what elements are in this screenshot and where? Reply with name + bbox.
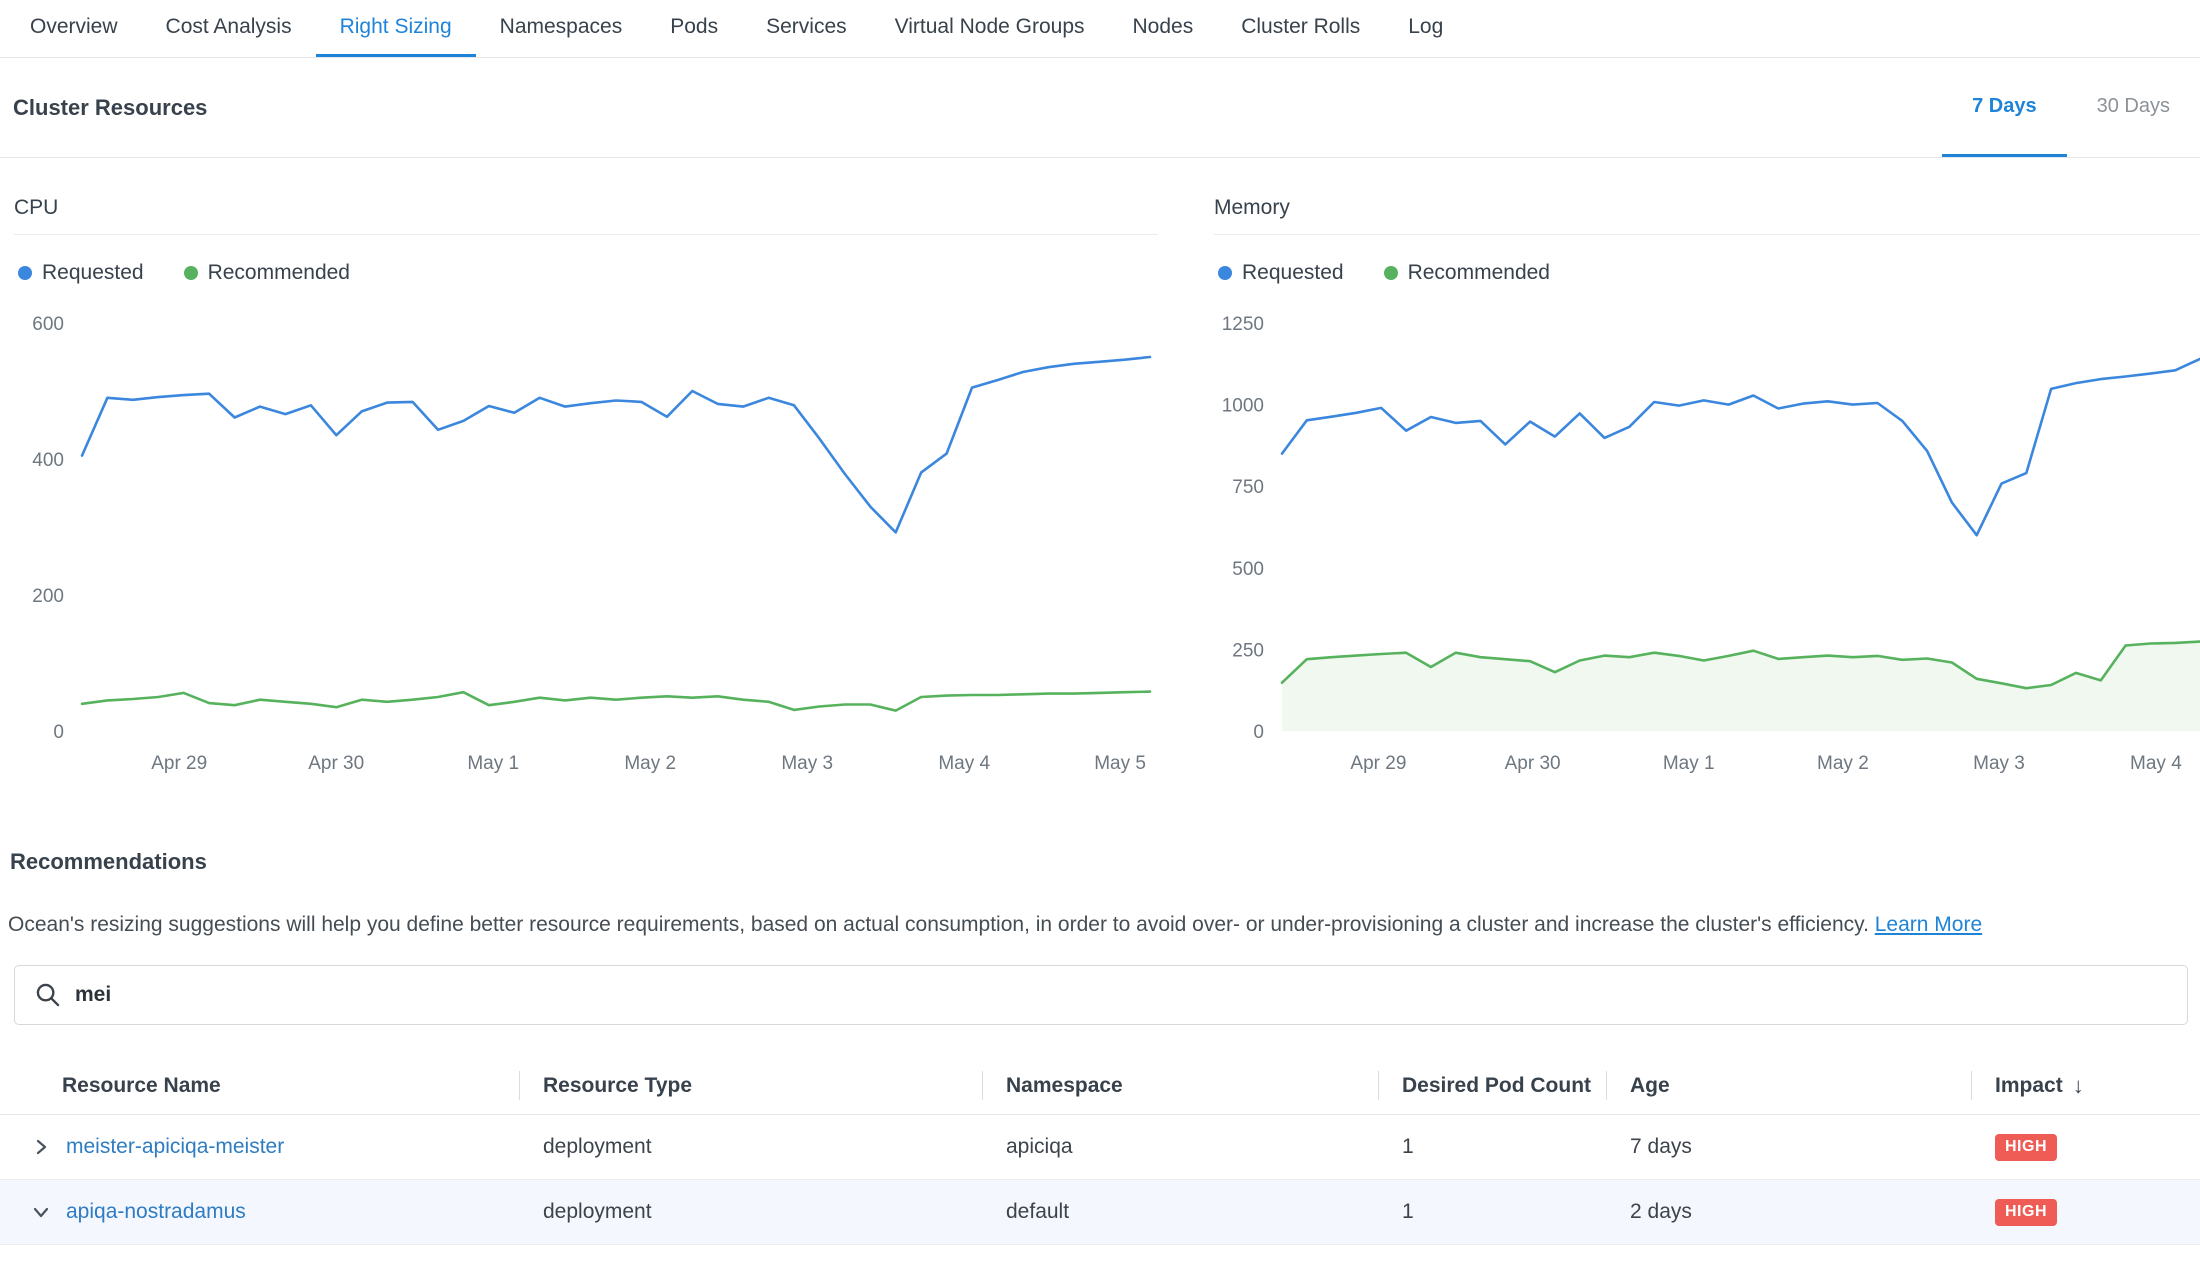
- cell-namespace: default: [982, 1200, 1378, 1224]
- tab-cost-analysis[interactable]: Cost Analysis: [142, 0, 316, 57]
- svg-text:0: 0: [1253, 722, 1264, 743]
- recommendations-title: Recommendations: [10, 849, 2200, 875]
- recommendations-description-text: Ocean's resizing suggestions will help y…: [8, 913, 1869, 936]
- cluster-resources-title: Cluster Resources: [13, 95, 207, 121]
- tab-virtual-node-groups[interactable]: Virtual Node Groups: [871, 0, 1109, 57]
- svg-text:Apr 29: Apr 29: [151, 753, 207, 774]
- legend-recommended-label: Recommended: [1408, 261, 1550, 285]
- legend-recommended: Recommended: [1384, 261, 1550, 285]
- svg-text:400: 400: [32, 450, 64, 471]
- tab-log[interactable]: Log: [1384, 0, 1467, 57]
- cpu-line-chart: 0 200 400 600 Apr 29 Apr 30 May 1 May 2 May 3 May…: [14, 299, 1158, 779]
- svg-text:May 3: May 3: [781, 753, 833, 774]
- cell-resource-type: deployment: [519, 1200, 982, 1224]
- cell-namespace: apiciqa: [982, 1135, 1378, 1159]
- tab-cluster-rolls[interactable]: Cluster Rolls: [1217, 0, 1384, 57]
- svg-text:600: 600: [32, 314, 64, 335]
- legend-requested: Requested: [1218, 261, 1344, 285]
- memory-line-chart: 0 250 500 750 1000 1250 Apr 29 Apr 30 May 1 May 2…: [1214, 299, 2200, 779]
- cell-desired-pod-count: 1: [1378, 1135, 1606, 1159]
- col-resource-name: Resource Name: [0, 1057, 519, 1114]
- cell-desired-pod-count: 1: [1378, 1200, 1606, 1224]
- legend-recommended: Recommended: [184, 261, 350, 285]
- requested-dot-icon: [18, 266, 32, 280]
- legend-requested: Requested: [18, 261, 144, 285]
- svg-text:Apr 30: Apr 30: [308, 753, 364, 774]
- svg-text:500: 500: [1232, 559, 1264, 580]
- sort-descending-icon[interactable]: ↓: [2073, 1073, 2084, 1099]
- cluster-charts: CPU Requested Recommended 0 200 400 600 Apr …: [0, 158, 2200, 779]
- recommendations-description: Ocean's resizing suggestions will help y…: [8, 911, 2186, 939]
- svg-text:May 2: May 2: [1817, 753, 1869, 774]
- tab-namespaces[interactable]: Namespaces: [476, 0, 647, 57]
- col-resource-type: Resource Type: [519, 1057, 982, 1114]
- requested-dot-icon: [1218, 266, 1232, 280]
- svg-text:May 4: May 4: [938, 753, 990, 774]
- svg-text:Apr 29: Apr 29: [1350, 753, 1406, 774]
- legend-requested-label: Requested: [1242, 261, 1344, 285]
- impact-high-badge: HIGH: [1995, 1134, 2057, 1161]
- expand-chevron-right-icon[interactable]: [30, 1136, 52, 1158]
- col-age: Age: [1606, 1057, 1971, 1114]
- svg-text:May 1: May 1: [467, 753, 519, 774]
- svg-text:750: 750: [1232, 477, 1264, 498]
- svg-text:Apr 30: Apr 30: [1505, 753, 1561, 774]
- tab-nodes[interactable]: Nodes: [1109, 0, 1218, 57]
- top-tabbar: Overview Cost Analysis Right Sizing Name…: [0, 0, 2200, 58]
- cell-resource-type: deployment: [519, 1135, 982, 1159]
- cpu-chart-legend: Requested Recommended: [18, 261, 1158, 285]
- col-impact[interactable]: Impact ↓: [1971, 1057, 2200, 1114]
- cpu-chart-title: CPU: [14, 196, 1158, 235]
- resource-name-link[interactable]: meister-apiciqa-meister: [66, 1135, 284, 1159]
- time-range-toggle: 7 Days 30 Days: [1942, 58, 2200, 157]
- legend-recommended-label: Recommended: [208, 261, 350, 285]
- resource-name-link[interactable]: apiqa-nostradamus: [66, 1200, 246, 1224]
- range-30-days-button[interactable]: 30 Days: [2067, 58, 2200, 157]
- col-namespace: Namespace: [982, 1057, 1378, 1114]
- recommended-dot-icon: [1384, 266, 1398, 280]
- range-7-days-button[interactable]: 7 Days: [1942, 58, 2067, 157]
- collapse-chevron-down-icon[interactable]: [30, 1201, 52, 1223]
- svg-text:May 4: May 4: [2130, 753, 2182, 774]
- col-desired-pod-count: Desired Pod Count: [1378, 1057, 1606, 1114]
- table-header-row: Resource Name Resource Type Namespace De…: [0, 1057, 2200, 1115]
- tab-right-sizing[interactable]: Right Sizing: [316, 0, 476, 57]
- table-row: apiqa-nostradamus deployment default 1 2…: [0, 1180, 2200, 1245]
- tab-pods[interactable]: Pods: [646, 0, 742, 57]
- memory-chart-legend: Requested Recommended: [1218, 261, 2200, 285]
- recommended-dot-icon: [184, 266, 198, 280]
- svg-text:May 1: May 1: [1663, 753, 1715, 774]
- svg-text:May 2: May 2: [624, 753, 676, 774]
- cell-age: 7 days: [1606, 1135, 1971, 1159]
- svg-text:May 5: May 5: [1094, 753, 1146, 774]
- tab-services[interactable]: Services: [742, 0, 871, 57]
- svg-text:250: 250: [1232, 640, 1264, 661]
- search-icon: [35, 982, 61, 1008]
- legend-requested-label: Requested: [42, 261, 144, 285]
- impact-high-badge: HIGH: [1995, 1199, 2057, 1226]
- svg-text:1250: 1250: [1222, 314, 1264, 335]
- svg-text:200: 200: [32, 586, 64, 607]
- recommendations-search[interactable]: [14, 965, 2188, 1025]
- cpu-chart-panel: CPU Requested Recommended 0 200 400 600 Apr …: [14, 196, 1158, 779]
- memory-chart-title: Memory: [1214, 196, 2200, 235]
- right-sizing-page: Overview Cost Analysis Right Sizing Name…: [0, 0, 2200, 1264]
- cell-age: 2 days: [1606, 1200, 1971, 1224]
- tab-overview[interactable]: Overview: [6, 0, 142, 57]
- svg-text:0: 0: [53, 722, 64, 743]
- learn-more-link[interactable]: Learn More: [1875, 913, 1982, 936]
- svg-text:1000: 1000: [1222, 396, 1264, 417]
- table-row: meister-apiciqa-meister deployment apici…: [0, 1115, 2200, 1180]
- recommendations-table: Resource Name Resource Type Namespace De…: [0, 1057, 2200, 1245]
- memory-chart-panel: Memory Requested Recommended 0 250 500 750 1…: [1214, 196, 2200, 779]
- search-input[interactable]: [75, 983, 2167, 1007]
- cluster-resources-header: Cluster Resources 7 Days 30 Days: [0, 58, 2200, 158]
- svg-text:May 3: May 3: [1973, 753, 2025, 774]
